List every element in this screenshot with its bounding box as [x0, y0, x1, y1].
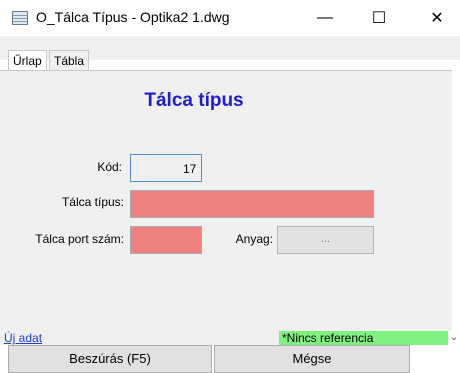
- port-input[interactable]: [130, 226, 202, 254]
- close-icon: ✕: [430, 10, 444, 27]
- kod-label: Kód:: [97, 160, 122, 174]
- port-label: Tálca port szám:: [35, 232, 124, 246]
- cancel-button[interactable]: Mégse: [214, 345, 410, 373]
- status-reference: *Nincs referencia: [279, 331, 448, 345]
- maximize-icon: ☐: [371, 10, 387, 27]
- chevron-down-icon[interactable]: ⌄: [448, 331, 460, 345]
- tipus-input[interactable]: [130, 190, 374, 218]
- status-new-data: Új adat: [0, 331, 279, 345]
- anyag-label: Anyag:: [235, 232, 273, 246]
- maximize-button[interactable]: ☐: [356, 0, 402, 36]
- insert-button[interactable]: Beszúrás (F5): [8, 345, 212, 373]
- tab-tabla[interactable]: Tábla: [49, 50, 90, 70]
- anyag-select-button[interactable]: ...: [277, 226, 374, 254]
- close-button[interactable]: ✕: [414, 0, 460, 36]
- tipus-label: Tálca típus:: [61, 195, 124, 209]
- window-title: O_Tálca Típus - Optika2 1.dwg: [36, 9, 230, 25]
- minimize-button[interactable]: —: [302, 0, 348, 36]
- form-heading: Tálca típus: [144, 90, 244, 111]
- tab-urlap[interactable]: Űrlap: [8, 50, 47, 70]
- app-icon: [12, 11, 28, 25]
- kod-input[interactable]: 17: [130, 154, 202, 182]
- minimize-icon: —: [317, 9, 333, 26]
